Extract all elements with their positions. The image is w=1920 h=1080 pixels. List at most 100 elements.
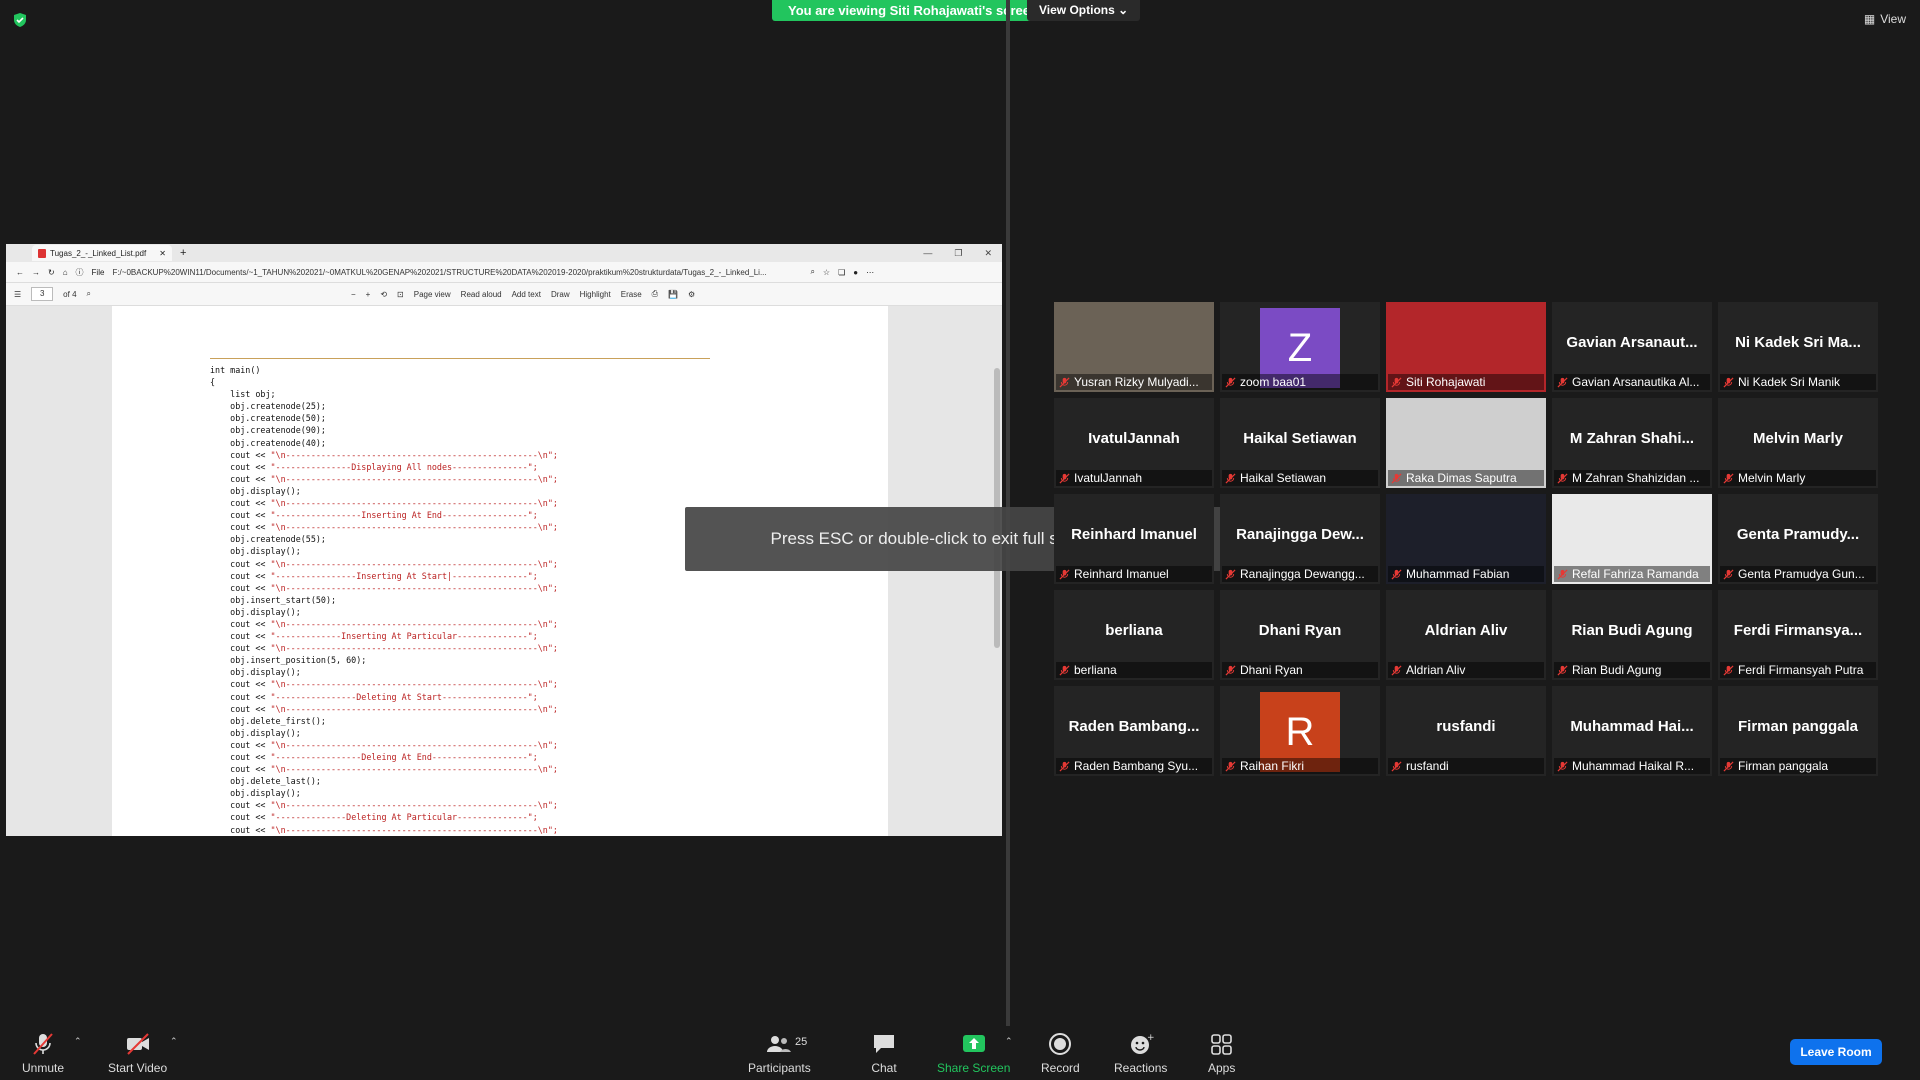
leave-room-button[interactable]: Leave Room	[1790, 1039, 1882, 1065]
participant-tile[interactable]: Raden Bambang... Raden Bambang Syu...	[1054, 686, 1214, 776]
apps-icon	[1210, 1034, 1232, 1055]
refresh-icon[interactable]: ↻	[48, 268, 55, 277]
print-icon[interactable]: ⎙	[652, 289, 658, 299]
participant-tile[interactable]: Rian Budi Agung Rian Budi Agung	[1552, 590, 1712, 680]
code-line: obj.display();	[210, 546, 301, 557]
video-options-caret[interactable]: ⌃	[170, 1036, 178, 1047]
maximize-icon[interactable]: ❐	[954, 248, 962, 259]
profile-icon[interactable]: ●	[853, 268, 858, 277]
draw-button[interactable]: Draw	[551, 290, 570, 299]
record-button[interactable]: Record	[1041, 1032, 1080, 1075]
page-number-input[interactable]: 3	[31, 287, 54, 301]
reactions-label: Reactions	[1114, 1061, 1168, 1075]
participant-tile[interactable]: Raka Dimas Saputra	[1386, 398, 1546, 488]
chat-label: Chat	[871, 1061, 897, 1075]
page-count: of 4	[63, 289, 77, 299]
share-screen-button[interactable]: Share Screen	[937, 1032, 1010, 1075]
participant-tile[interactable]: Gavian Arsanaut... Gavian Arsanautika Al.…	[1552, 302, 1712, 392]
minimize-icon[interactable]: —	[923, 248, 932, 259]
collections-icon[interactable]: ❏	[838, 268, 845, 277]
participant-tile[interactable]: Ni Kadek Sri Ma... Ni Kadek Sri Manik	[1718, 302, 1878, 392]
participant-tile[interactable]: Zzoom baa01	[1220, 302, 1380, 392]
close-window-icon[interactable]: ✕	[984, 248, 992, 259]
forward-icon[interactable]: →	[32, 268, 40, 277]
code-line: cout << "-----------------Deleing At End…	[210, 752, 538, 762]
participant-name: Refal Fahriza Ramanda	[1572, 567, 1699, 581]
participant-tile[interactable]: Siti Rohajawati	[1386, 302, 1546, 392]
rotate-icon[interactable]: ⟲	[380, 290, 387, 299]
favorite-icon[interactable]: ☆	[823, 268, 830, 277]
browser-tab[interactable]: Tugas_2_-_Linked_List.pdf ✕	[32, 245, 172, 261]
participant-tile[interactable]: Dhani Ryan Dhani Ryan	[1220, 590, 1380, 680]
fit-icon[interactable]: ⊡	[397, 290, 404, 299]
participant-tile[interactable]: Refal Fahriza Ramanda	[1552, 494, 1712, 584]
participant-namebar: Firman panggala	[1720, 758, 1876, 774]
start-video-button[interactable]: Start Video	[108, 1032, 167, 1075]
participant-tile[interactable]: Reinhard Imanuel Reinhard Imanuel	[1054, 494, 1214, 584]
participant-tile[interactable]: IvatulJannah IvatulJannah	[1054, 398, 1214, 488]
participant-tile[interactable]: R Raihan Fikri	[1220, 686, 1380, 776]
home-icon[interactable]: ⌂	[63, 268, 68, 277]
participant-tile[interactable]: rusfandi rusfandi	[1386, 686, 1546, 776]
participant-tile[interactable]: Genta Pramudy... Genta Pramudya Gun...	[1718, 494, 1878, 584]
code-line: cout << "\n-----------------------------…	[210, 643, 558, 654]
view-button[interactable]: ▦ View	[1864, 12, 1906, 26]
participant-name: Muhammad Haikal R...	[1572, 759, 1695, 773]
chat-button[interactable]: Chat	[871, 1032, 897, 1075]
browser-tabbar: Tugas_2_-_Linked_List.pdf ✕ + — ❐ ✕	[6, 244, 1002, 262]
participant-tile[interactable]: Haikal Setiawan Haikal Setiawan	[1220, 398, 1380, 488]
save-icon[interactable]: 💾	[668, 290, 678, 299]
info-icon[interactable]: ⓘ	[76, 267, 84, 278]
view-options-button[interactable]: View Options ⌄	[1027, 0, 1141, 21]
muted-mic-icon	[1225, 472, 1236, 484]
participant-tile[interactable]: Aldrian Aliv Aldrian Aliv	[1386, 590, 1546, 680]
zoom-out-icon[interactable]: −	[351, 290, 356, 299]
share-options-caret[interactable]: ⌃	[1005, 1036, 1013, 1047]
unmute-button[interactable]: Unmute	[22, 1032, 64, 1075]
participant-tile[interactable]: Muhammad Fabian	[1386, 494, 1546, 584]
settings-icon[interactable]: ⚙	[688, 290, 695, 299]
close-icon[interactable]: ✕	[159, 249, 166, 258]
participant-tile[interactable]: Ranajingga Dew... Ranajingga Dewangg...	[1220, 494, 1380, 584]
participant-namebar: Ni Kadek Sri Manik	[1720, 374, 1876, 390]
participant-tile[interactable]: Firman panggala Firman panggala	[1718, 686, 1878, 776]
add-text-button[interactable]: Add text	[512, 290, 541, 299]
participants-count: 25	[795, 1036, 808, 1048]
erase-button[interactable]: Erase	[621, 290, 642, 299]
participant-display-name: Genta Pramudy...	[1736, 526, 1860, 543]
search-icon[interactable]: ⌕	[87, 289, 91, 299]
pdf-icon	[38, 248, 46, 258]
record-label: Record	[1041, 1061, 1080, 1075]
url-field[interactable]: F:/~0BACKUP%20WIN11/Documents/~1_TAHUN%2…	[112, 268, 802, 277]
code-line: list obj;	[210, 389, 276, 400]
participant-tile[interactable]: berliana berliana	[1054, 590, 1214, 680]
security-shield-icon[interactable]	[12, 12, 28, 28]
zoom-in-icon[interactable]: +	[366, 290, 371, 299]
participant-display-name: IvatulJannah	[1088, 430, 1180, 447]
participant-tile[interactable]: Ferdi Firmansya... Ferdi Firmansyah Putra	[1718, 590, 1878, 680]
participant-tile[interactable]: Yusran Rizky Mulyadi...	[1054, 302, 1214, 392]
code-line: cout << "--------------Deleting At Parti…	[210, 812, 538, 823]
new-tab-icon[interactable]: +	[180, 247, 186, 259]
highlight-button[interactable]: Highlight	[580, 290, 611, 299]
audio-options-caret[interactable]: ⌃	[74, 1036, 82, 1047]
back-icon[interactable]: ←	[16, 268, 24, 277]
participant-namebar: Refal Fahriza Ramanda	[1554, 566, 1710, 582]
more-icon[interactable]: ⋯	[866, 268, 874, 277]
window-controls: — ❐ ✕	[923, 248, 1002, 259]
read-aloud-button[interactable]: Read aloud	[461, 290, 502, 299]
pdf-viewer[interactable]: int main() { list obj; obj.createnode(25)…	[6, 306, 1002, 836]
participant-tile[interactable]: Melvin Marly Melvin Marly	[1718, 398, 1878, 488]
participant-namebar: Raden Bambang Syu...	[1056, 758, 1212, 774]
participant-tile[interactable]: Muhammad Hai... Muhammad Haikal R...	[1552, 686, 1712, 776]
participant-namebar: Ferdi Firmansyah Putra	[1720, 662, 1876, 678]
participant-namebar: Dhani Ryan	[1222, 662, 1378, 678]
share-screen-label: Share Screen	[937, 1061, 1011, 1075]
contents-icon[interactable]: ☰	[14, 290, 21, 299]
apps-button[interactable]: Apps	[1208, 1032, 1235, 1075]
unmute-label: Unmute	[22, 1061, 65, 1075]
participant-tile[interactable]: M Zahran Shahi... M Zahran Shahizidan ...	[1552, 398, 1712, 488]
zoom-icon[interactable]: ⌕	[810, 267, 814, 277]
page-view-button[interactable]: Page view	[414, 290, 451, 299]
reactions-button[interactable]: + Reactions	[1114, 1032, 1167, 1075]
